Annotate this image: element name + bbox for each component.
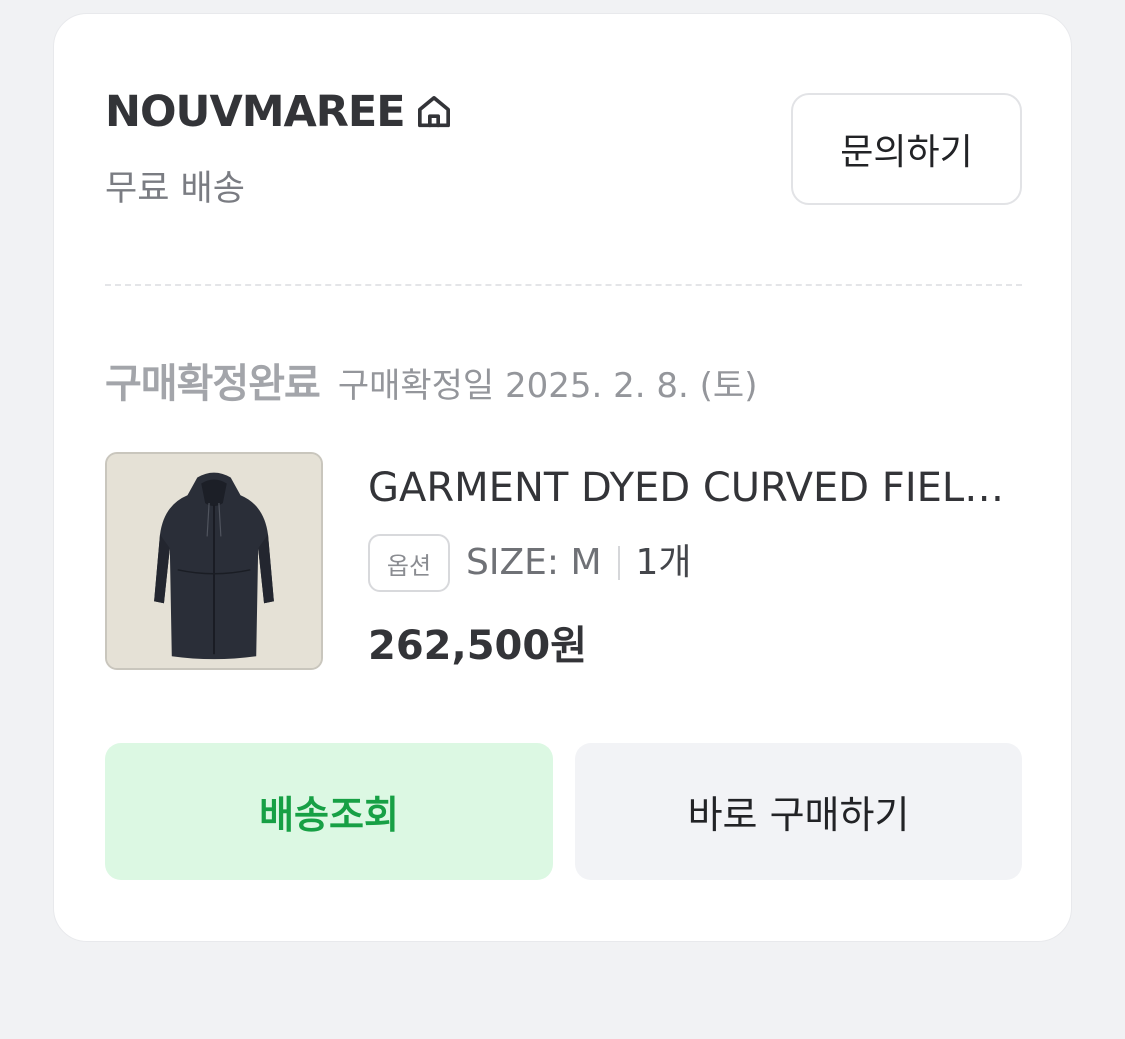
product-name[interactable]: GARMENT DYED CURVED FIELD COAT [368, 460, 1018, 516]
product-thumbnail[interactable] [105, 452, 323, 670]
option-quantity: 1개 [635, 542, 692, 583]
status-title: 구매확정완료 [105, 361, 321, 407]
section-divider [105, 284, 1022, 286]
product-option: 옵션 SIZE: M 1개 [368, 534, 692, 592]
option-size: SIZE: M [466, 542, 602, 583]
order-card: NOUVMAREE 무료 배송 문의하기 구매확정완료 구매확정일 2025. … [53, 13, 1072, 942]
product-price: 262,500원 [368, 623, 587, 669]
order-status: 구매확정완료 구매확정일 2025. 2. 8. (토) [105, 356, 757, 414]
option-separator [617, 546, 620, 580]
shipping-info: 무료 배송 [105, 169, 245, 209]
buy-again-button[interactable]: 바로 구매하기 [575, 743, 1022, 880]
status-date: 구매확정일 2025. 2. 8. (토) [337, 366, 758, 406]
option-badge: 옵션 [368, 534, 450, 592]
home-icon[interactable] [411, 89, 457, 135]
seller-header[interactable]: NOUVMAREE [105, 84, 457, 140]
seller-name[interactable]: NOUVMAREE [105, 84, 406, 140]
navy-coat-image [107, 454, 321, 668]
track-delivery-button[interactable]: 배송조회 [105, 743, 553, 880]
inquiry-button[interactable]: 문의하기 [791, 93, 1022, 205]
